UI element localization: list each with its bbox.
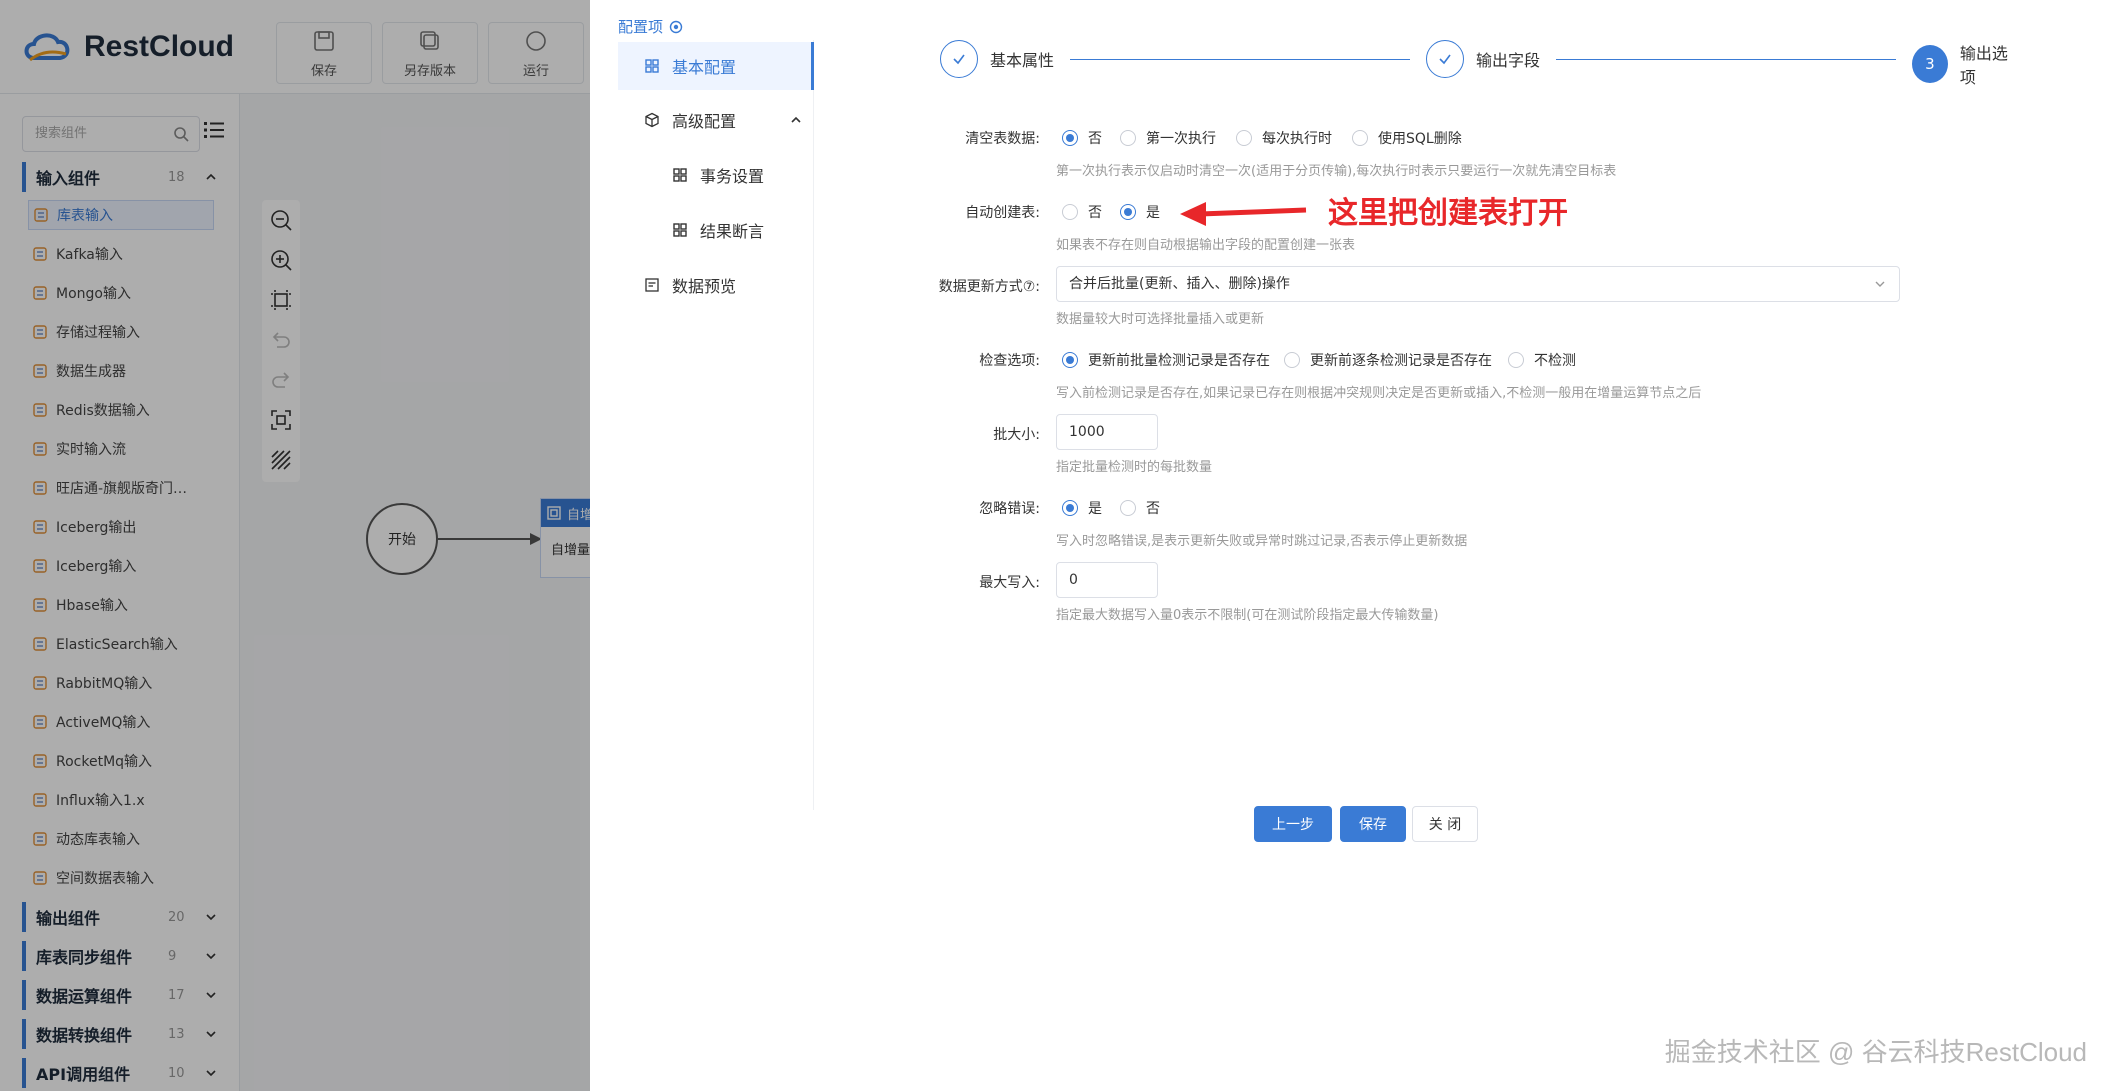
- config-drawer: 配置项 基本配置 高级配置 事务设置 结果断言 数据预览 基本属性 输出字段 3…: [590, 0, 2103, 1091]
- check-icon: [940, 40, 978, 78]
- grid-icon: [673, 168, 687, 182]
- radio-icon: [1120, 130, 1136, 146]
- ignore-error-no[interactable]: 否: [1120, 498, 1160, 518]
- check-option-none[interactable]: 不检测: [1508, 350, 1576, 370]
- auto-create-yes[interactable]: 是: [1120, 202, 1160, 222]
- clear-option-every-run[interactable]: 每次执行时: [1236, 128, 1332, 148]
- nav-data-preview[interactable]: 数据预览: [644, 261, 736, 309]
- radio-label: 是: [1088, 501, 1102, 517]
- nav-label: 事务设置: [700, 167, 765, 186]
- radio-label: 第一次执行: [1146, 131, 1216, 147]
- step-label: 基本属性: [990, 51, 1055, 70]
- step-label: 输出选项: [1959, 44, 2008, 87]
- clear-option-first-run[interactable]: 第一次执行: [1120, 128, 1216, 148]
- cube-icon: [645, 112, 659, 128]
- nav-advanced-config[interactable]: 高级配置: [644, 96, 814, 144]
- clear-option-no[interactable]: 否: [1062, 128, 1102, 148]
- watermark: 掘金技术社区 @ 谷云科技RestCloud: [1664, 1037, 2087, 1067]
- chevron-down-icon: [1875, 281, 1885, 287]
- prev-step-button[interactable]: 上一步: [1254, 806, 1332, 842]
- preview-icon: [645, 278, 659, 292]
- grid-icon: [673, 223, 687, 237]
- radio-icon: [1062, 204, 1078, 220]
- batch-size-label: 批大小:: [993, 427, 1040, 443]
- grid-icon: [645, 59, 659, 73]
- nav-transaction[interactable]: 事务设置: [672, 151, 764, 199]
- radio-label: 不检测: [1534, 353, 1576, 369]
- step-basic[interactable]: 基本属性: [940, 40, 1054, 78]
- radio-label: 更新前批量检测记录是否存在: [1088, 353, 1270, 369]
- nav-label: 结果断言: [700, 222, 765, 241]
- radio-icon: [1120, 204, 1136, 220]
- save-button[interactable]: 保存: [1340, 806, 1406, 842]
- annotation-text: 这里把创建表打开: [1328, 196, 1568, 231]
- nav-label: 基本配置: [672, 58, 737, 77]
- check-option-batch[interactable]: 更新前批量检测记录是否存在: [1062, 350, 1270, 370]
- batch-size-input[interactable]: 1000: [1056, 414, 1158, 450]
- step-connector: [1556, 59, 1896, 60]
- modal-overlay[interactable]: [0, 0, 590, 1091]
- radio-label: 是: [1146, 205, 1160, 221]
- chevron-up-icon: [791, 116, 801, 123]
- auto-create-hint: 如果表不存在则自动根据输出字段的配置创建一张表: [1056, 238, 1356, 253]
- ignore-error-hint: 写入时忽略错误,是表示更新失败或异常时跳过记录,否表示停止更新数据: [1056, 534, 1468, 549]
- radio-label: 每次执行时: [1262, 131, 1332, 147]
- max-write-input[interactable]: 0: [1056, 562, 1158, 598]
- update-mode-label: 数据更新方式⑦:: [938, 279, 1040, 295]
- radio-icon: [1352, 130, 1368, 146]
- radio-icon: [1062, 352, 1078, 368]
- radio-label: 否: [1146, 501, 1160, 517]
- nav-label: 高级配置: [672, 112, 737, 131]
- nav-label: 数据预览: [672, 277, 737, 296]
- auto-create-label: 自动创建表:: [965, 205, 1040, 221]
- step-connector: [1070, 59, 1410, 60]
- max-write-label: 最大写入:: [979, 575, 1040, 591]
- radio-label: 否: [1088, 205, 1102, 221]
- max-write-hint: 指定最大数据写入量0表示不限制(可在测试阶段指定最大传输数量): [1056, 608, 1439, 623]
- radio-icon: [1236, 130, 1252, 146]
- clear-table-label: 清空表数据:: [965, 131, 1040, 147]
- radio-icon: [1062, 500, 1078, 516]
- step-label: 输出字段: [1476, 51, 1541, 70]
- step-number: 3: [1912, 45, 1948, 83]
- radio-label: 更新前逐条检测记录是否存在: [1310, 353, 1492, 369]
- update-mode-value: 合并后批量(更新、插入、删除)操作: [1069, 276, 1290, 292]
- nav-result-assert[interactable]: 结果断言: [672, 206, 764, 254]
- check-option-hint: 写入前检测记录是否存在,如果记录已存在则根据冲突规则决定是否更新或插入,不检测一…: [1056, 386, 1702, 401]
- auto-create-no[interactable]: 否: [1062, 202, 1102, 222]
- close-button[interactable]: 关 闭: [1412, 806, 1478, 842]
- radio-label: 否: [1088, 131, 1102, 147]
- step-fields[interactable]: 输出字段: [1426, 40, 1540, 78]
- check-option-label: 检查选项:: [979, 353, 1040, 369]
- step-output-options[interactable]: 3 输出选项: [1912, 40, 2020, 88]
- ignore-error-label: 忽略错误:: [979, 501, 1040, 517]
- annotation-arrow-icon: [1180, 202, 1307, 226]
- radio-icon: [1284, 352, 1300, 368]
- update-mode-select[interactable]: 合并后批量(更新、插入、删除)操作: [1056, 266, 1900, 302]
- radio-label: 使用SQL删除: [1378, 131, 1462, 147]
- radio-icon: [1508, 352, 1524, 368]
- ignore-error-yes[interactable]: 是: [1062, 498, 1102, 518]
- update-mode-hint: 数据量较大时可选择批量插入或更新: [1056, 312, 1265, 327]
- config-title: 配置项: [618, 16, 683, 37]
- radio-icon: [1120, 500, 1136, 516]
- check-icon: [1426, 40, 1464, 78]
- clear-table-hint: 第一次执行表示仅启动时清空一次(适用于分页传输),每次执行时表示只要运行一次就先…: [1056, 164, 1617, 179]
- check-option-each[interactable]: 更新前逐条检测记录是否存在: [1284, 350, 1492, 370]
- config-title-text: 配置项: [618, 18, 664, 36]
- batch-size-hint: 指定批量检测时的每批数量: [1056, 460, 1213, 475]
- radio-icon: [1062, 130, 1078, 146]
- target-icon: [669, 20, 683, 33]
- nav-basic-config[interactable]: 基本配置: [618, 42, 814, 90]
- clear-option-sql-delete[interactable]: 使用SQL删除: [1352, 128, 1462, 148]
- step-indicator: 基本属性 输出字段 3 输出选项: [940, 40, 2020, 87]
- config-nav: 基本配置 高级配置 事务设置 结果断言 数据预览: [618, 40, 814, 810]
